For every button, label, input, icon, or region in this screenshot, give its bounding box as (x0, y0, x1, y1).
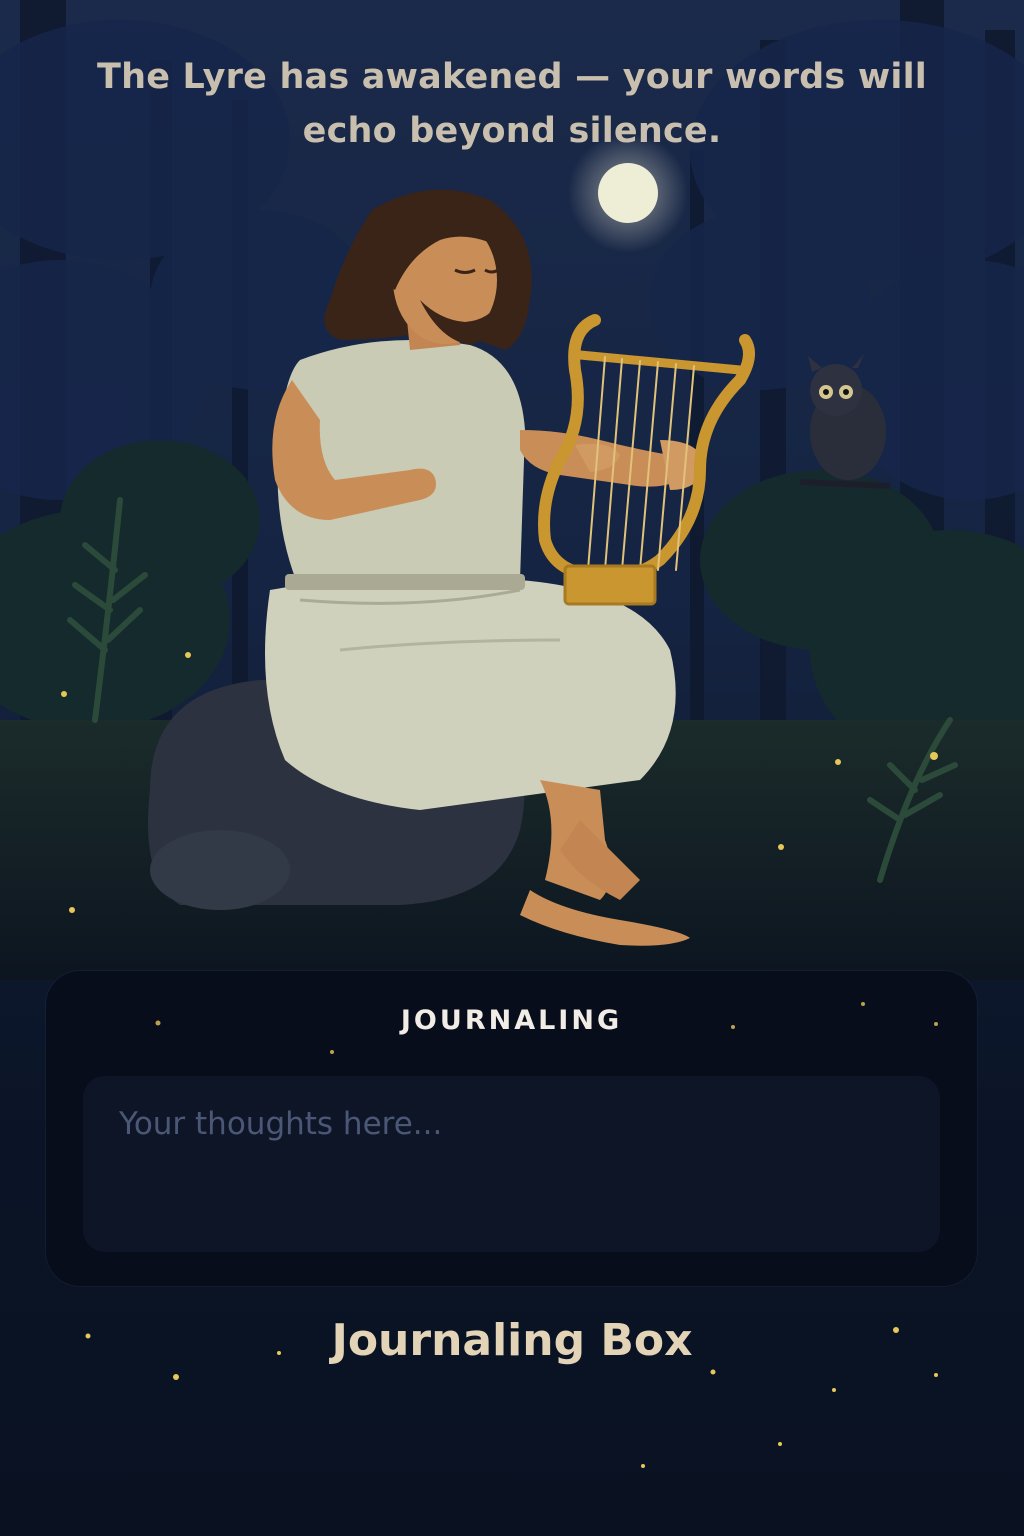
journaling-title: JOURNALING (400, 1005, 623, 1036)
journal-text-input[interactable] (83, 1076, 940, 1252)
moon (598, 163, 658, 223)
headline: The Lyre has awakened — your words will … (97, 57, 927, 151)
journaling-card: JOURNALING (46, 971, 977, 1286)
journal-screen: The Lyre has awakened — your words will … (0, 0, 1024, 1536)
journaling-box-caption: Journaling Box (331, 1315, 693, 1366)
